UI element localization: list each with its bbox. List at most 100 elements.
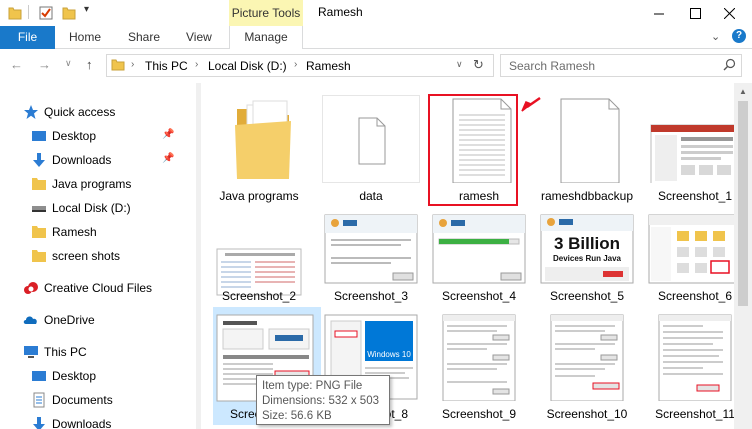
tab-manage[interactable]: Manage xyxy=(229,26,303,49)
file-item-screenshot-9[interactable]: Screenshot_9 xyxy=(425,307,533,425)
sidebar-item-desktop[interactable]: Desktop 📌 xyxy=(0,125,190,147)
sidebar-item-downloads-pc[interactable]: Downloads xyxy=(0,413,190,429)
file-name: Screenshot_1 xyxy=(657,189,733,203)
ribbon-tabs: File Home Share View Manage ⌄ ? xyxy=(0,26,752,49)
close-button[interactable] xyxy=(706,0,752,26)
search-icon[interactable] xyxy=(723,58,736,74)
sidebar-item-label: Downloads xyxy=(52,417,112,429)
picture-tools-context-tab: Picture Tools xyxy=(229,0,303,26)
red-arrow-icon xyxy=(521,96,541,112)
scroll-up-icon[interactable]: ▲ xyxy=(739,87,747,96)
refresh-icon[interactable]: ↻ xyxy=(473,57,484,73)
help-icon[interactable]: ? xyxy=(732,29,746,43)
image-thumbnail xyxy=(647,95,734,186)
pin-icon[interactable]: 📌 xyxy=(162,129,174,140)
sidebar-item-label: Desktop xyxy=(52,129,97,143)
sidebar-item-label: screen shots xyxy=(52,249,121,263)
file-item-screenshot-3[interactable]: Screenshot_3 xyxy=(317,205,425,323)
tooltip-size: Size: 56.6 KB xyxy=(262,410,332,422)
back-icon[interactable]: ← xyxy=(10,57,23,72)
chevron-right-icon[interactable]: › xyxy=(131,59,134,70)
sidebar-item-java-programs[interactable]: Java programs xyxy=(0,173,190,195)
chevron-down-icon[interactable]: ∨ xyxy=(456,59,463,70)
file-item-java-programs[interactable]: Java programs xyxy=(205,87,313,205)
file-item-data[interactable]: data xyxy=(317,87,425,205)
scrollbar-thumb[interactable] xyxy=(738,101,748,306)
forward-icon[interactable]: → xyxy=(38,57,51,72)
sidebar-item-label: Documents xyxy=(52,393,113,407)
file-name: Screenshot_11 xyxy=(655,407,734,421)
tab-view[interactable]: View xyxy=(186,26,212,49)
file-name: Screenshot_10 xyxy=(546,407,628,421)
sidebar-item-screen-shots[interactable]: screen shots xyxy=(0,245,190,267)
properties-icon[interactable] xyxy=(38,5,54,24)
sidebar-item-label: Ramesh xyxy=(52,225,97,239)
tooltip-dimensions: Dimensions: 532 x 503 xyxy=(262,395,379,407)
file-item-screenshot-5[interactable]: 3 Billion Devices Run Java Screenshot_5 xyxy=(533,205,641,323)
recent-locations-icon[interactable]: ∨ xyxy=(65,58,72,69)
folder-icon xyxy=(111,58,125,75)
sidebar-item-ramesh[interactable]: Ramesh xyxy=(0,221,190,243)
file-name: rameshdbbackup xyxy=(540,189,634,203)
sidebar-item-desktop-pc[interactable]: Desktop xyxy=(0,365,190,387)
file-item-screenshot-6[interactable]: Screenshot_6 xyxy=(641,205,734,323)
sidebar-item-quick-access[interactable]: Quick access xyxy=(0,101,190,123)
sidebar-item-label: Desktop xyxy=(52,369,97,383)
tooltip-item-type: Item type: PNG File xyxy=(262,380,363,392)
file-item-screenshot-2[interactable]: Screenshot_2 xyxy=(205,205,313,323)
up-icon[interactable]: ↑ xyxy=(86,57,93,72)
expand-ribbon-icon[interactable]: ⌄ xyxy=(711,30,720,43)
folder-icon xyxy=(31,176,47,192)
new-folder-icon[interactable] xyxy=(62,5,76,24)
file-name: Screenshot_3 xyxy=(333,289,409,303)
chevron-right-icon[interactable]: › xyxy=(195,59,198,70)
vertical-scrollbar[interactable]: ▲ xyxy=(734,83,752,429)
breadcrumb-local-disk[interactable]: Local Disk (D:) xyxy=(208,59,287,73)
divider xyxy=(28,5,29,19)
file-item-screenshot-11[interactable]: Screenshot_11 xyxy=(641,307,734,425)
sidebar-item-local-disk[interactable]: Local Disk (D:) xyxy=(0,197,190,219)
sidebar-item-this-pc[interactable]: This PC xyxy=(0,341,190,363)
sidebar-item-label: Java programs xyxy=(52,177,132,191)
file-name: Screenshot_4 xyxy=(441,289,517,303)
desktop-icon xyxy=(31,128,47,144)
image-thumbnail xyxy=(211,213,307,301)
file-item-screenshot-1[interactable]: Screenshot_1 xyxy=(641,87,734,205)
search-box[interactable] xyxy=(500,54,742,77)
folder-icon[interactable] xyxy=(8,5,22,24)
navigation-pane: Quick access Desktop 📌 Downloads 📌 Java … xyxy=(0,83,196,429)
sidebar-item-creative-cloud[interactable]: Creative Cloud Files xyxy=(0,277,190,299)
image-thumbnail xyxy=(431,213,527,301)
image-thumbnail xyxy=(647,213,734,301)
tab-home[interactable]: Home xyxy=(69,26,101,49)
file-info-tooltip: Item type: PNG File Dimensions: 532 x 50… xyxy=(256,375,390,425)
folder-icon xyxy=(31,224,47,240)
documents-icon xyxy=(31,392,47,408)
sidebar-item-onedrive[interactable]: OneDrive xyxy=(0,309,190,331)
sidebar-item-label: Creative Cloud Files xyxy=(44,281,153,295)
sidebar-item-label: This PC xyxy=(44,345,87,359)
file-item-screenshot-4[interactable]: Screenshot_4 xyxy=(425,205,533,323)
sidebar-item-downloads[interactable]: Downloads 📌 xyxy=(0,149,190,171)
address-bar[interactable]: › This PC › Local Disk (D:) › Ramesh ∨ ↻ xyxy=(106,54,494,77)
file-item-screenshot-10[interactable]: Screenshot_10 xyxy=(533,307,641,425)
star-icon xyxy=(23,104,39,120)
breadcrumb-ramesh[interactable]: Ramesh xyxy=(306,59,351,73)
sidebar-item-documents[interactable]: Documents xyxy=(0,389,190,411)
pin-icon[interactable]: 📌 xyxy=(162,153,174,164)
sidebar-item-label: Local Disk (D:) xyxy=(52,201,131,215)
file-item-rameshdbbackup[interactable]: rameshdbbackup xyxy=(533,87,641,205)
customize-toolbar-icon[interactable]: ▾ xyxy=(84,4,89,15)
file-name: Screenshot_2 xyxy=(221,289,297,303)
creative-cloud-icon xyxy=(23,280,39,296)
breadcrumb-this-pc[interactable]: This PC xyxy=(145,59,188,73)
thumb-billion-text: 3 Billion xyxy=(554,234,620,253)
image-thumbnail xyxy=(539,313,635,402)
image-thumbnail: 3 Billion Devices Run Java xyxy=(539,213,635,301)
search-input[interactable] xyxy=(509,58,709,74)
image-thumbnail xyxy=(323,213,419,301)
tab-file[interactable]: File xyxy=(0,26,55,49)
tab-share[interactable]: Share xyxy=(128,26,160,49)
navigation-bar: ← → ∨ ↑ › This PC › Local Disk (D:) › Ra… xyxy=(0,49,752,83)
chevron-right-icon[interactable]: › xyxy=(294,59,297,70)
